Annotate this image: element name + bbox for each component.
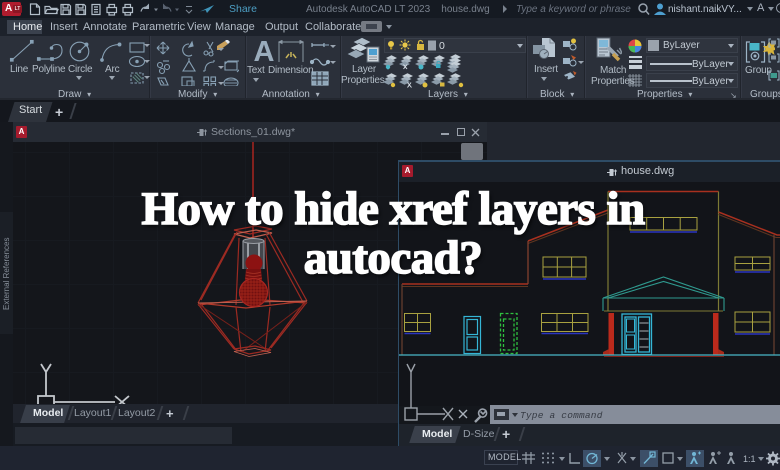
svg-text:1:1: 1:1	[743, 454, 756, 464]
